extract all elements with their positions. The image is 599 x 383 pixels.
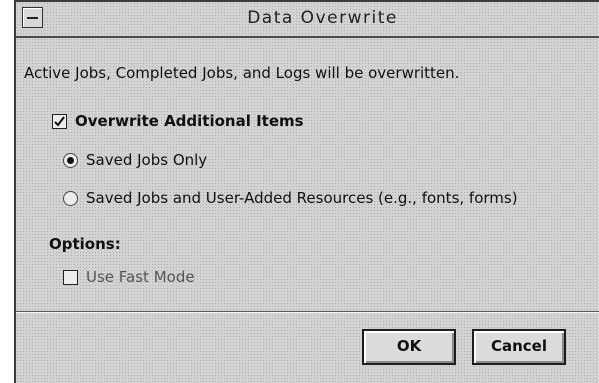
data-overwrite-dialog: Data Overwrite Active Jobs, Completed Jo… [14,0,599,383]
options-heading: Options: [49,235,121,253]
cancel-button[interactable]: Cancel [472,329,566,365]
button-area-divider [16,311,599,313]
window-title: Data Overwrite [247,8,398,28]
saved-jobs-only-label: Saved Jobs Only [86,151,208,169]
radio-saved-jobs-and-resources[interactable]: Saved Jobs and User-Added Resources (e.g… [63,189,518,207]
use-fast-mode-checkbox[interactable]: Use Fast Mode [63,268,195,286]
ok-button[interactable]: OK [362,329,456,365]
checkbox-unchecked-icon [63,269,78,285]
saved-jobs-and-resources-label: Saved Jobs and User-Added Resources (e.g… [86,189,518,207]
overwrite-description: Active Jobs, Completed Jobs, and Logs wi… [24,64,460,82]
overwrite-additional-items-label: Overwrite Additional Items [75,112,304,130]
checkbox-checked-icon [52,113,67,129]
use-fast-mode-label: Use Fast Mode [86,268,195,286]
radio-selected-icon [63,152,78,168]
overwrite-additional-items-checkbox[interactable]: Overwrite Additional Items [52,112,304,130]
title-bar[interactable]: Data Overwrite [16,2,599,38]
radio-saved-jobs-only[interactable]: Saved Jobs Only [63,151,207,169]
radio-unselected-icon [63,190,78,206]
